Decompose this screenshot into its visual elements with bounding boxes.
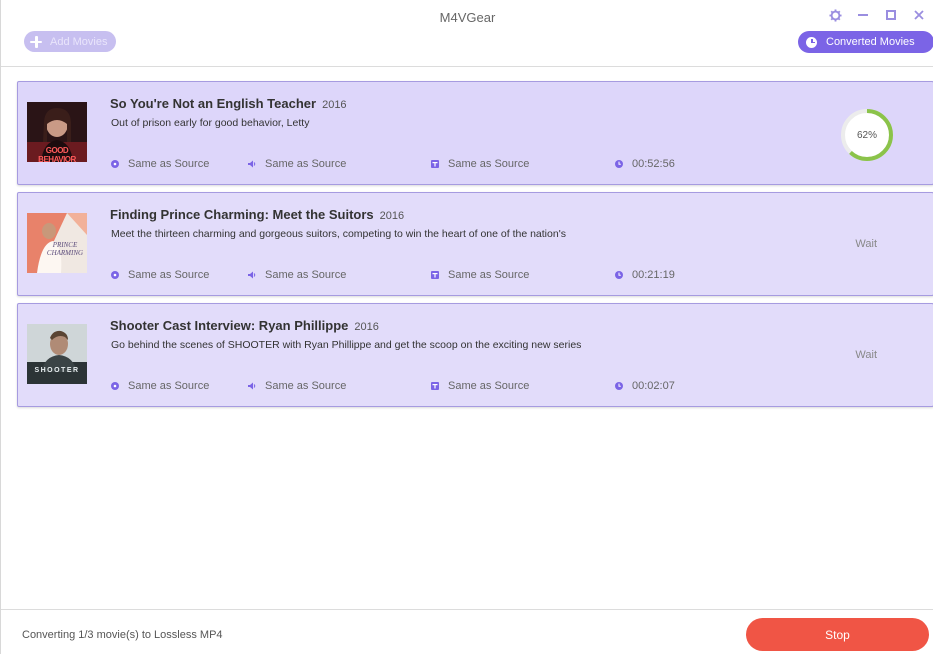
progress-ring: 62% <box>840 108 894 162</box>
add-movies-label: Add Movies <box>50 35 108 48</box>
plus-icon <box>30 35 42 48</box>
movie-thumbnail: SHOOTER <box>27 324 87 384</box>
video-setting-label: Same as Source <box>128 380 210 392</box>
clock-icon <box>615 382 623 390</box>
clock-icon <box>615 160 623 168</box>
list-item[interactable]: PRINCE CHARMING Finding Prince Charming:… <box>17 192 933 296</box>
stop-button[interactable]: Stop <box>746 618 929 651</box>
gear-icon[interactable] <box>828 8 842 22</box>
duration-label: 00:52:56 <box>632 158 675 170</box>
duration-label: 00:21:19 <box>632 269 675 281</box>
movie-description: Go behind the scenes of SHOOTER with Rya… <box>111 339 582 351</box>
video-setting[interactable]: Same as Source <box>111 380 209 392</box>
audio-setting-label: Same as Source <box>265 158 347 170</box>
thumbnail-text: SHOOTER <box>34 367 80 374</box>
converted-movies-label: Converted Movies <box>826 36 915 48</box>
maximize-icon[interactable] <box>884 8 898 22</box>
subtitle-setting-label: Same as Source <box>448 158 530 170</box>
close-icon[interactable] <box>912 8 926 22</box>
video-icon <box>111 382 119 390</box>
clock-icon <box>615 271 623 279</box>
subtitle-setting[interactable]: Same as Source <box>431 380 529 392</box>
speaker-icon <box>248 160 256 168</box>
movie-title: Shooter Cast Interview: Ryan Phillippe 20… <box>110 318 379 333</box>
movie-list: GOOD BEHAVIOR So You're Not an English T… <box>1 67 933 610</box>
video-setting[interactable]: Same as Source <box>111 269 209 281</box>
duration: 00:21:19 <box>615 269 675 281</box>
video-icon <box>111 271 119 279</box>
list-item[interactable]: SHOOTER Shooter Cast Interview: Ryan Phi… <box>17 303 933 407</box>
movie-title: Finding Prince Charming: Meet the Suitor… <box>110 207 404 222</box>
movie-year: 2016 <box>354 321 379 333</box>
title-bar: M4VGear Add Movies Converted Movies <box>1 0 933 67</box>
audio-setting[interactable]: Same as Source <box>248 269 346 281</box>
movie-description: Meet the thirteen charming and gorgeous … <box>111 228 566 240</box>
movie-title-text: Shooter Cast Interview: Ryan Phillippe <box>110 318 349 333</box>
subtitle-icon <box>431 160 439 168</box>
subtitle-icon <box>431 271 439 279</box>
video-setting-label: Same as Source <box>128 158 210 170</box>
audio-setting[interactable]: Same as Source <box>248 380 346 392</box>
duration: 00:02:07 <box>615 380 675 392</box>
converted-movies-button[interactable]: Converted Movies <box>798 31 933 53</box>
clock-icon <box>806 36 817 48</box>
video-icon <box>111 160 119 168</box>
thumbnail-text: PRINCE CHARMING <box>46 241 84 257</box>
progress-percent: 62% <box>856 129 877 141</box>
movie-thumbnail: GOOD BEHAVIOR <box>27 102 87 162</box>
subtitle-icon <box>431 382 439 390</box>
movie-description: Out of prison early for good behavior, L… <box>111 117 310 129</box>
add-movies-button[interactable]: Add Movies <box>24 31 116 52</box>
list-item[interactable]: GOOD BEHAVIOR So You're Not an English T… <box>17 81 933 185</box>
speaker-icon <box>248 382 256 390</box>
movie-title-text: So You're Not an English Teacher <box>110 96 317 111</box>
audio-setting-label: Same as Source <box>265 380 347 392</box>
app-window: M4VGear Add Movies Converted Movies GOOD… <box>0 0 933 654</box>
duration-label: 00:02:07 <box>632 380 675 392</box>
movie-thumbnail: PRINCE CHARMING <box>27 213 87 273</box>
thumbnail-text: GOOD BEHAVIOR <box>38 146 76 162</box>
audio-setting[interactable]: Same as Source <box>248 158 346 170</box>
movie-title-text: Finding Prince Charming: Meet the Suitor… <box>110 207 374 222</box>
footer-bar: Converting 1/3 movie(s) to Lossless MP4 … <box>1 609 933 654</box>
app-title: M4VGear <box>439 10 496 25</box>
movie-year: 2016 <box>379 210 405 222</box>
duration: 00:52:56 <box>615 158 675 170</box>
window-controls <box>828 8 926 22</box>
movie-title: So You're Not an English Teacher 2016 <box>110 96 347 111</box>
conversion-status: Converting 1/3 movie(s) to Lossless MP4 <box>22 629 223 641</box>
subtitle-setting[interactable]: Same as Source <box>431 269 529 281</box>
status-wait: Wait <box>855 349 877 361</box>
speaker-icon <box>248 271 256 279</box>
status-wait: Wait <box>855 238 877 250</box>
video-setting[interactable]: Same as Source <box>111 158 209 170</box>
subtitle-setting[interactable]: Same as Source <box>431 158 529 170</box>
subtitle-setting-label: Same as Source <box>448 269 530 281</box>
minimize-icon[interactable] <box>856 8 870 22</box>
subtitle-setting-label: Same as Source <box>448 380 530 392</box>
movie-year: 2016 <box>322 99 347 111</box>
video-setting-label: Same as Source <box>128 269 210 281</box>
audio-setting-label: Same as Source <box>265 269 347 281</box>
